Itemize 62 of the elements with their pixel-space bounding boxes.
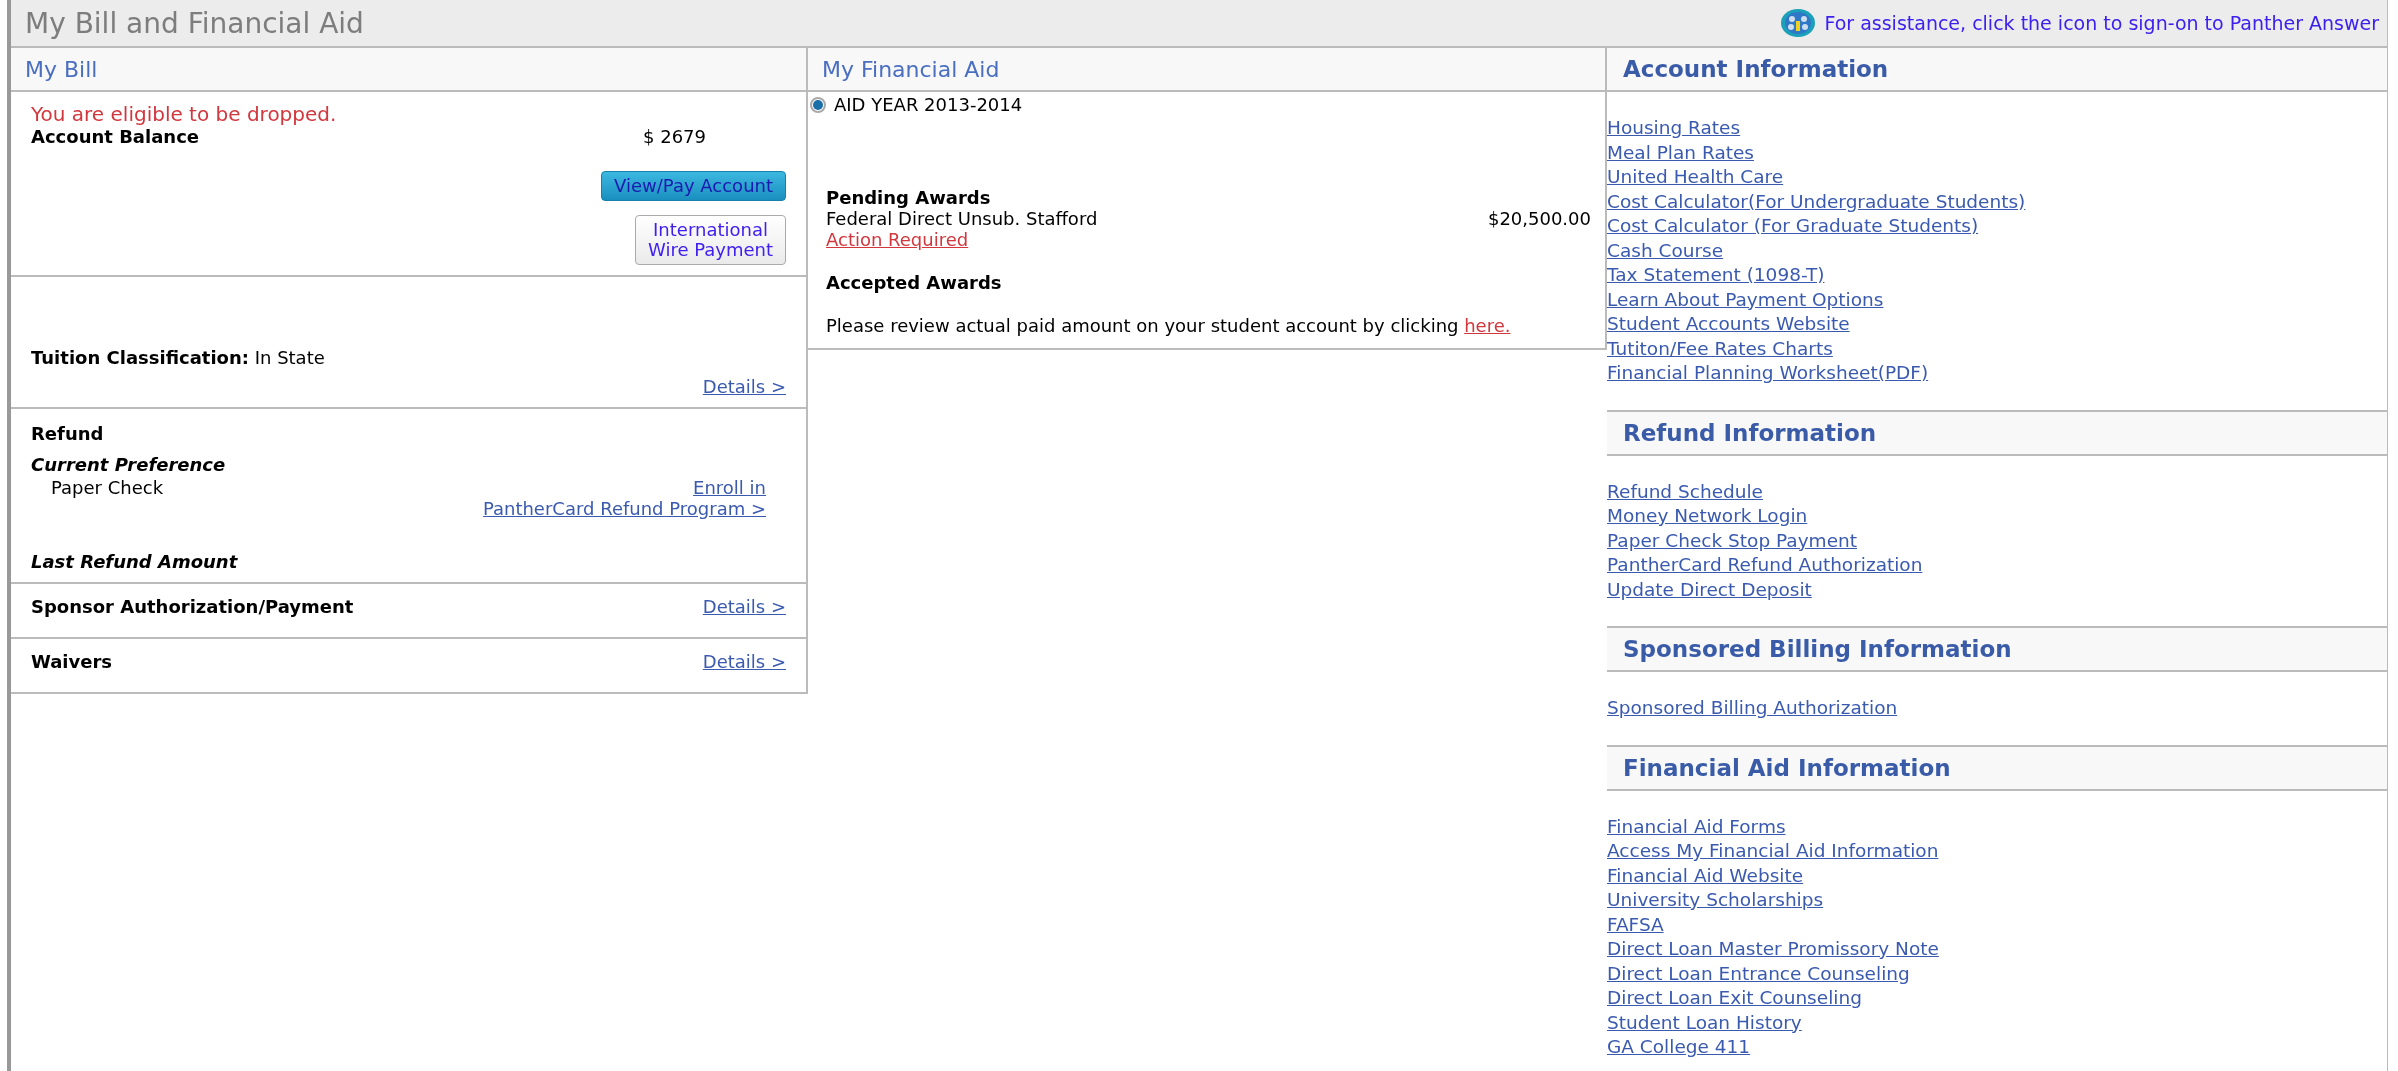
info-link[interactable]: Learn About Payment Options bbox=[1607, 287, 1884, 312]
details-link[interactable]: Details > bbox=[702, 651, 786, 672]
preference-value: Paper Check bbox=[51, 477, 164, 500]
wire-payment-button[interactable]: International Wire Payment bbox=[635, 215, 786, 265]
section-header: My Financial Aid bbox=[808, 48, 1605, 92]
balance-label: Account Balance bbox=[31, 126, 199, 147]
info-link[interactable]: Direct Loan Entrance Counseling bbox=[1607, 961, 1910, 986]
info-link[interactable]: Sponsored Billing Authorization bbox=[1607, 696, 1898, 721]
pending-title: Pending Awards bbox=[826, 187, 992, 208]
tuition-text: Tuition Classification: In State bbox=[31, 347, 326, 368]
help-icon[interactable] bbox=[1780, 8, 1817, 38]
info-link[interactable]: Direct Loan Master Promissory Note bbox=[1607, 937, 1939, 962]
program-link[interactable]: PantherCard Refund Program > bbox=[482, 498, 766, 519]
info-link[interactable]: Access My Financial Aid Information bbox=[1607, 839, 1939, 864]
info-link[interactable]: Money Network Login bbox=[1607, 504, 1808, 529]
info-link[interactable]: United Health Care bbox=[1607, 165, 1784, 190]
page-title: My Bill and Financial Aid bbox=[25, 6, 364, 40]
enroll-link[interactable]: Enroll in bbox=[693, 477, 766, 498]
info-link[interactable]: University Scholarships bbox=[1607, 888, 1824, 913]
action-link[interactable]: Action Required bbox=[826, 229, 969, 250]
details-link[interactable]: Details > bbox=[702, 596, 786, 617]
section-header: Sponsored Billing Information bbox=[1607, 626, 2387, 672]
refund-title: Refund bbox=[31, 423, 105, 444]
pay-button[interactable]: View/Pay Account bbox=[601, 171, 786, 201]
info-link[interactable]: Cost Calculator(For Undergraduate Students) bbox=[1607, 189, 2026, 214]
balance-value: $ 2679 bbox=[643, 126, 706, 147]
award-name: Federal Direct Unsub. Stafford bbox=[826, 208, 1098, 229]
last-refund-label: Last Refund Amount bbox=[31, 551, 239, 572]
review-note: Please review actual paid amount on your student account by clicking here. bbox=[826, 315, 1512, 336]
info-link[interactable]: Financial Aid Forms bbox=[1607, 814, 1786, 839]
info-link[interactable]: Housing Rates bbox=[1607, 116, 1741, 141]
award-amount: $20,500.00 bbox=[1487, 208, 1591, 229]
row-label: Waivers bbox=[31, 651, 113, 672]
alert-text: You are eligible to be dropped. bbox=[31, 102, 338, 126]
details-link[interactable]: Details > bbox=[702, 376, 786, 397]
info-link[interactable]: Tax Statement (1098-T) bbox=[1607, 263, 1825, 288]
section-header: Financial Aid Information bbox=[1607, 744, 2387, 791]
info-link[interactable]: Meal Plan Rates bbox=[1607, 140, 1754, 165]
section-header: Account Information bbox=[1607, 48, 2387, 92]
info-link[interactable]: Direct Loan Exit Counseling bbox=[1607, 986, 1862, 1011]
section-header: My Bill bbox=[11, 48, 806, 92]
info-link[interactable]: FAFSA bbox=[1607, 912, 1664, 937]
section-header: Refund Information bbox=[1607, 409, 2387, 456]
info-link[interactable]: Student Loan History bbox=[1607, 1010, 1802, 1035]
info-link[interactable]: Paper Check Stop Payment bbox=[1607, 528, 1857, 553]
info-link[interactable]: Financial Planning Worksheet(PDF) bbox=[1607, 361, 1929, 386]
assistance-text: For assistance, click the icon to sign-on to Panther Answer bbox=[1824, 12, 2379, 34]
info-link[interactable]: GA College 411 bbox=[1607, 1035, 1751, 1060]
preference-label: Current Preference bbox=[31, 454, 227, 475]
accepted-title: Accepted Awards bbox=[826, 272, 1003, 293]
info-link[interactable]: Student Accounts Website bbox=[1607, 312, 1850, 337]
info-link[interactable]: Cash Course bbox=[1607, 238, 1724, 263]
info-link[interactable]: Financial Aid Website bbox=[1607, 863, 1804, 888]
info-link[interactable]: Cost Calculator (For Graduate Students) bbox=[1607, 214, 1979, 239]
info-link[interactable]: Refund Schedule bbox=[1607, 479, 1763, 504]
info-link[interactable]: Update Direct Deposit bbox=[1607, 577, 1812, 602]
row-label: Sponsor Authorization/Payment bbox=[31, 596, 354, 617]
here-link[interactable]: here. bbox=[1464, 315, 1511, 336]
radio-button[interactable] bbox=[810, 96, 826, 113]
info-link[interactable]: Tutiton/Fee Rates Charts bbox=[1607, 336, 1833, 361]
info-link[interactable]: PantherCard Refund Authorization bbox=[1607, 553, 1923, 578]
aid-year-label: AID YEAR 2013-2014 bbox=[834, 94, 1023, 115]
